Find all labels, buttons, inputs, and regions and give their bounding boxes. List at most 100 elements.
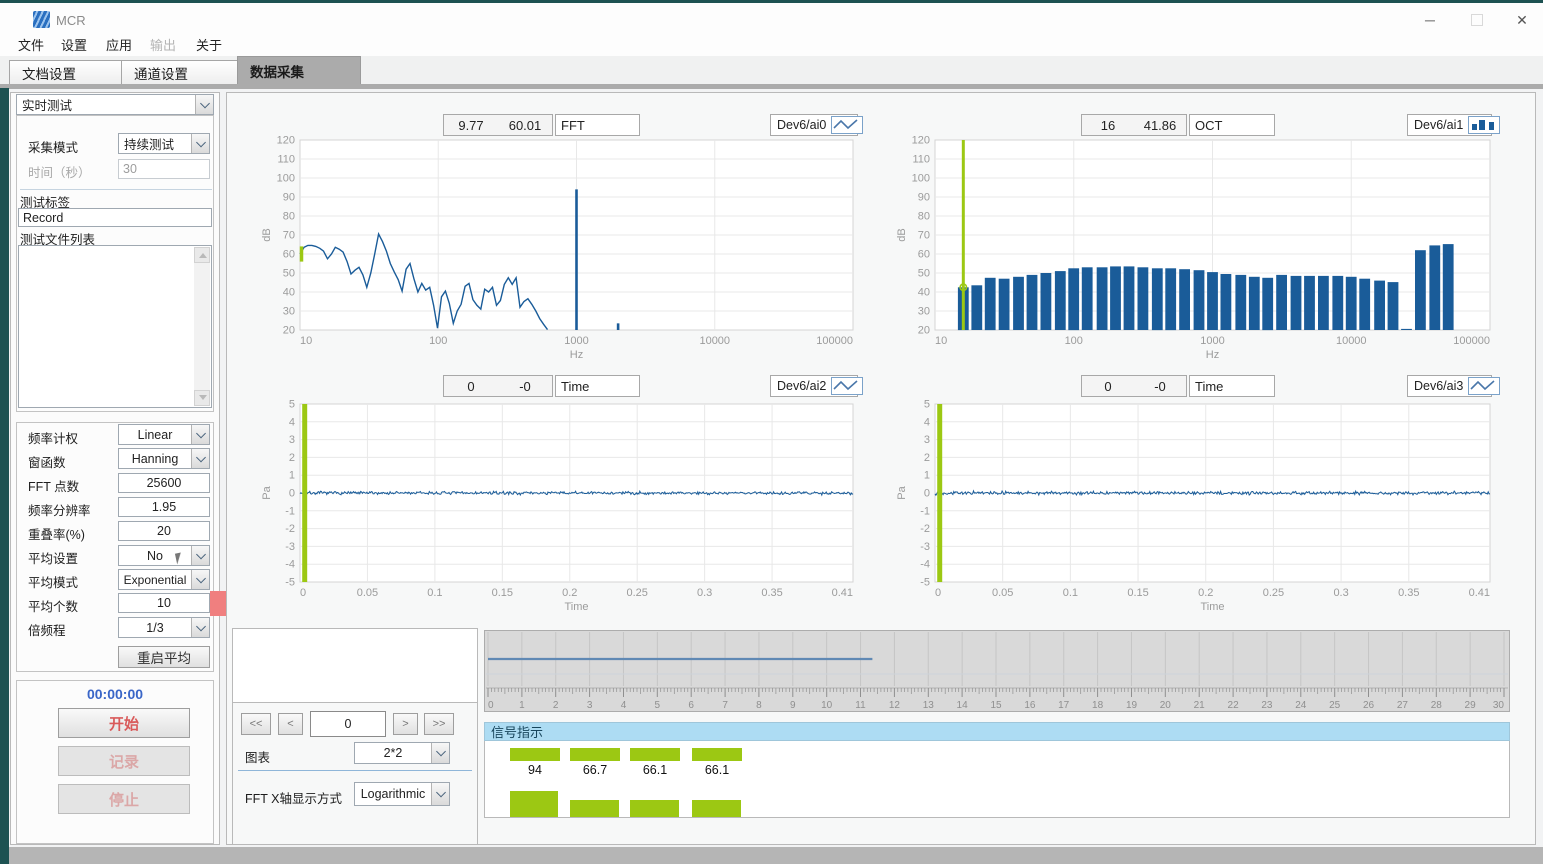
menu-about[interactable]: 关于 (192, 35, 226, 54)
svg-text:100: 100 (912, 173, 930, 185)
tab-channel-settings[interactable]: 通道设置 (121, 60, 241, 86)
time3-type-box[interactable]: Time (1189, 375, 1275, 397)
time2-type-box[interactable]: Time (555, 375, 640, 397)
chevron-down-icon[interactable] (191, 134, 209, 153)
svg-text:-5: -5 (920, 577, 930, 589)
svg-text:0.05: 0.05 (992, 587, 1013, 599)
svg-text:0: 0 (935, 587, 941, 599)
svg-text:28: 28 (1431, 700, 1443, 711)
acq-time-input[interactable]: 30 (118, 159, 210, 179)
test-tag-input[interactable]: Record (18, 208, 212, 227)
nav-next-button[interactable]: > (393, 713, 418, 735)
svg-text:15: 15 (990, 700, 1002, 711)
chevron-down-icon[interactable] (191, 449, 209, 468)
menu-output[interactable]: 输出 (146, 35, 180, 54)
svg-text:11: 11 (855, 700, 866, 711)
record-button[interactable]: 记录 (58, 746, 190, 776)
svg-text:-1: -1 (920, 505, 930, 517)
acq-mode-select[interactable]: 持续测试 (118, 133, 210, 154)
test-file-listbox[interactable] (18, 245, 212, 408)
channel-label: Dev6/ai2 (777, 379, 826, 393)
overlap-input[interactable]: 20 (118, 521, 210, 541)
signal-panel-title: 信号指示 (491, 722, 543, 741)
chevron-down-icon[interactable] (431, 743, 449, 763)
signal-panel-header: 信号指示 (484, 722, 1510, 741)
svg-text:29: 29 (1465, 700, 1477, 711)
svg-text:100000: 100000 (816, 335, 853, 347)
svg-text:5: 5 (924, 399, 930, 411)
tab-strip: 文档设置 通道设置 数据采集 (0, 56, 1543, 84)
svg-text:0.2: 0.2 (1198, 587, 1213, 599)
chevron-down-icon[interactable] (431, 783, 449, 805)
chevron-down-icon[interactable] (191, 546, 209, 565)
svg-text:0.15: 0.15 (1127, 587, 1148, 599)
app-logo-icon (33, 11, 50, 28)
svg-text:0.05: 0.05 (357, 587, 378, 599)
octave-select[interactable]: 1/3 (118, 617, 210, 638)
chevron-down-icon[interactable] (191, 425, 209, 444)
signal-meter-bar (630, 748, 680, 761)
time2-channel-box[interactable]: Dev6/ai2 (770, 375, 858, 397)
time3-plot[interactable]: -5-4-3-2-101234500.050.10.150.20.250.30.… (897, 398, 1535, 618)
avg-count-input[interactable]: 10 (118, 593, 210, 613)
signal-meter-bar (570, 748, 620, 761)
fft-points-input[interactable]: 25600 (118, 473, 210, 493)
chart-layout-select[interactable]: 2*2 (354, 742, 450, 764)
signal-level-bar (630, 800, 679, 817)
record-timeline[interactable]: 0123456789101112131415161718192021222324… (484, 630, 1510, 712)
svg-text:dB: dB (897, 228, 908, 241)
stop-button[interactable]: 停止 (58, 784, 190, 814)
chevron-down-icon[interactable] (195, 95, 213, 114)
maximize-icon (1471, 14, 1483, 26)
menu-settings[interactable]: 设置 (57, 35, 91, 54)
menu-file[interactable]: 文件 (14, 35, 48, 54)
svg-text:7: 7 (722, 700, 728, 711)
listbox-scrollbar[interactable] (194, 247, 210, 406)
svg-text:Time: Time (1200, 601, 1224, 613)
svg-text:30: 30 (918, 306, 930, 318)
nav-last-button[interactable]: >> (424, 713, 454, 735)
chevron-down-icon[interactable] (191, 570, 209, 589)
time2-plot[interactable]: -5-4-3-2-101234500.050.10.150.20.250.30.… (232, 398, 869, 618)
freq-weight-select[interactable]: Linear (118, 424, 210, 445)
minimize-button[interactable]: ─ (1408, 6, 1452, 34)
svg-text:110: 110 (912, 154, 930, 166)
scroll-down-icon[interactable] (194, 390, 210, 406)
signal-meter-bar (510, 748, 560, 761)
preview-box (233, 629, 477, 703)
fft-plot[interactable]: 2030405060708090100110120101001000100001… (232, 124, 869, 364)
cursor-x-value: 0 (1082, 376, 1134, 396)
svg-text:6: 6 (688, 700, 694, 711)
tab-document-settings[interactable]: 文档设置 (9, 60, 131, 86)
chevron-down-icon[interactable] (191, 618, 209, 637)
fft-xaxis-select[interactable]: Logarithmic (354, 782, 450, 806)
window-fn-select[interactable]: Hanning (118, 448, 210, 469)
time3-channel-box[interactable]: Dev6/ai3 (1407, 375, 1492, 397)
menu-apply[interactable]: 应用 (102, 35, 136, 54)
svg-text:1: 1 (289, 470, 295, 482)
maximize-button[interactable] (1455, 6, 1499, 34)
test-mode-select[interactable]: 实时测试 (16, 94, 214, 115)
restart-average-button[interactable]: 重启平均 (118, 646, 210, 668)
close-button[interactable]: ✕ (1500, 6, 1543, 34)
nav-index-input[interactable]: 0 (310, 711, 386, 737)
chart-layout-label: 图表 (245, 747, 270, 766)
window-frame-bottom (9, 847, 1543, 864)
freq-weight-value: Linear (119, 425, 191, 444)
tab-data-acquisition[interactable]: 数据采集 (237, 56, 361, 85)
svg-text:16: 16 (1024, 700, 1036, 711)
avg-setting-select[interactable]: No (118, 545, 210, 566)
avg-count-label: 平均个数 (28, 596, 78, 615)
svg-text:0: 0 (924, 488, 930, 500)
oct-plot[interactable]: 2030405060708090100110120101001000100001… (897, 124, 1535, 364)
start-button[interactable]: 开始 (58, 708, 190, 738)
nav-first-button[interactable]: << (241, 713, 271, 735)
scroll-up-icon[interactable] (194, 247, 210, 263)
svg-text:4: 4 (924, 416, 930, 428)
svg-text:0: 0 (300, 587, 306, 599)
freq-res-input[interactable]: 1.95 (118, 497, 210, 517)
avg-mode-select[interactable]: Exponential (118, 569, 210, 590)
nav-prev-button[interactable]: < (278, 713, 303, 735)
svg-text:0.2: 0.2 (562, 587, 577, 599)
svg-text:-2: -2 (920, 523, 930, 535)
